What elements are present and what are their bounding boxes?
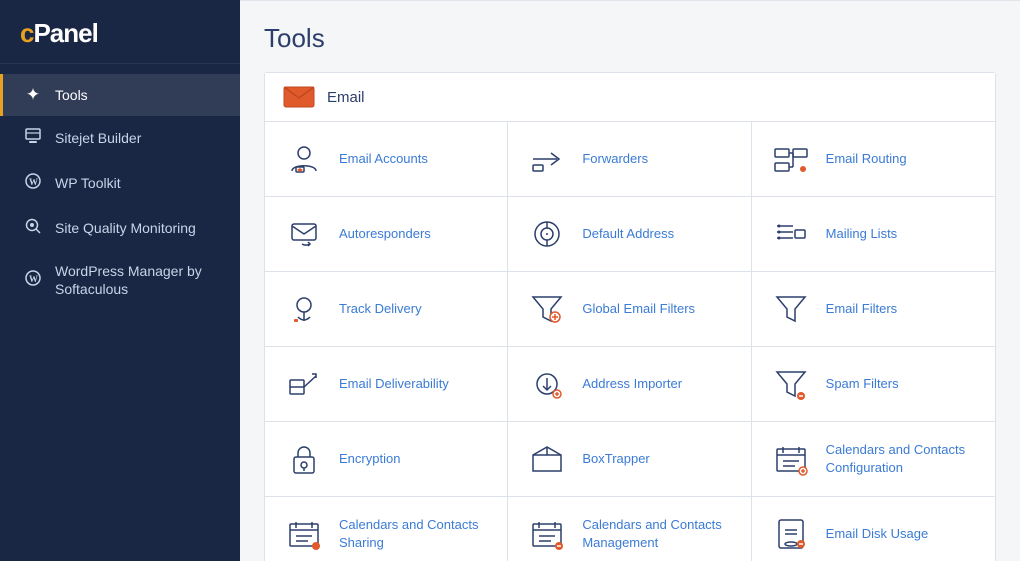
tool-mailing-lists[interactable]: Mailing Lists bbox=[752, 197, 995, 272]
forwarders-label: Forwarders bbox=[582, 150, 648, 168]
logo-c: c bbox=[20, 18, 33, 48]
tool-email-deliverability[interactable]: Email Deliverability bbox=[265, 347, 508, 422]
tool-calendars-contacts-config[interactable]: Calendars and Contacts Configuration bbox=[752, 422, 995, 497]
email-section-header: Email bbox=[265, 73, 995, 122]
address-importer-label: Address Importer bbox=[582, 375, 682, 393]
email-filters-icon bbox=[770, 288, 812, 330]
sidebar-item-sitejet[interactable]: Sitejet Builder bbox=[0, 116, 240, 161]
main-content: Tools Email bbox=[240, 0, 1020, 561]
tool-email-filters[interactable]: Email Filters bbox=[752, 272, 995, 347]
sidebar-item-tools-label: Tools bbox=[55, 86, 88, 104]
default-address-label: Default Address bbox=[582, 225, 674, 243]
calendars-contacts-sharing-label: Calendars and Contacts Sharing bbox=[339, 516, 489, 551]
tool-default-address[interactable]: Default Address bbox=[508, 197, 751, 272]
tool-calendars-contacts-mgmt[interactable]: Calendars and Contacts Management bbox=[508, 497, 751, 561]
logo: cPanel bbox=[20, 18, 220, 49]
tool-spam-filters[interactable]: Spam Filters bbox=[752, 347, 995, 422]
content-area: Tools Email bbox=[240, 1, 1020, 561]
autoresponders-label: Autoresponders bbox=[339, 225, 431, 243]
email-routing-label: Email Routing bbox=[826, 150, 907, 168]
sidebar-item-wp-toolkit[interactable]: W WP Toolkit bbox=[0, 161, 240, 206]
mailing-lists-label: Mailing Lists bbox=[826, 225, 898, 243]
tool-track-delivery[interactable]: Track Delivery bbox=[265, 272, 508, 347]
boxtrapper-icon bbox=[526, 438, 568, 480]
tool-email-disk-usage[interactable]: Email Disk Usage bbox=[752, 497, 995, 561]
email-accounts-label: Email Accounts bbox=[339, 150, 428, 168]
spam-filters-icon bbox=[770, 363, 812, 405]
email-filters-label: Email Filters bbox=[826, 300, 898, 318]
email-section-label: Email bbox=[327, 89, 365, 106]
logo-area: cPanel bbox=[0, 0, 240, 64]
calendars-contacts-mgmt-label: Calendars and Contacts Management bbox=[582, 516, 732, 551]
encryption-icon bbox=[283, 438, 325, 480]
sitejet-icon bbox=[23, 127, 43, 150]
sidebar-item-wp-manager[interactable]: W WordPress Manager by Softaculous bbox=[0, 251, 240, 309]
email-accounts-icon bbox=[283, 138, 325, 180]
tool-email-accounts[interactable]: Email Accounts bbox=[265, 122, 508, 197]
autoresponders-icon bbox=[283, 213, 325, 255]
sidebar-nav: ✦ Tools Sitejet Builder W WP Toolkit bbox=[0, 64, 240, 319]
tool-autoresponders[interactable]: Autoresponders bbox=[265, 197, 508, 272]
track-delivery-label: Track Delivery bbox=[339, 300, 422, 318]
email-routing-icon bbox=[770, 138, 812, 180]
email-tools-grid: Email Accounts Forwarders bbox=[265, 122, 995, 561]
sidebar-item-tools[interactable]: ✦ Tools bbox=[0, 74, 240, 116]
address-importer-icon bbox=[526, 363, 568, 405]
wp-manager-icon: W bbox=[23, 269, 43, 292]
email-deliverability-label: Email Deliverability bbox=[339, 375, 449, 393]
forwarders-icon bbox=[526, 138, 568, 180]
svg-text:W: W bbox=[29, 274, 38, 284]
tool-global-email-filters[interactable]: Global Email Filters bbox=[508, 272, 751, 347]
tools-icon: ✦ bbox=[23, 85, 43, 105]
email-deliverability-icon bbox=[283, 363, 325, 405]
email-section-icon bbox=[283, 85, 315, 109]
spam-filters-label: Spam Filters bbox=[826, 375, 899, 393]
sqm-icon bbox=[23, 217, 43, 240]
wp-toolkit-icon: W bbox=[23, 172, 43, 195]
tool-forwarders[interactable]: Forwarders bbox=[508, 122, 751, 197]
sidebar-item-wp-toolkit-label: WP Toolkit bbox=[55, 174, 121, 192]
calendars-contacts-config-icon bbox=[770, 438, 812, 480]
calendars-contacts-sharing-icon bbox=[283, 513, 325, 555]
sidebar-item-sqm-label: Site Quality Monitoring bbox=[55, 219, 196, 237]
calendars-contacts-mgmt-icon bbox=[526, 513, 568, 555]
default-address-icon bbox=[526, 213, 568, 255]
calendars-contacts-config-label: Calendars and Contacts Configuration bbox=[826, 441, 977, 476]
email-disk-usage-icon bbox=[770, 513, 812, 555]
sidebar-item-wp-manager-label: WordPress Manager by Softaculous bbox=[55, 262, 220, 298]
global-email-filters-label: Global Email Filters bbox=[582, 300, 695, 318]
tool-calendars-contacts-sharing[interactable]: Calendars and Contacts Sharing bbox=[265, 497, 508, 561]
svg-text:W: W bbox=[29, 177, 38, 187]
boxtrapper-label: BoxTrapper bbox=[582, 450, 649, 468]
sidebar-item-sqm[interactable]: Site Quality Monitoring bbox=[0, 206, 240, 251]
page-title: Tools bbox=[264, 23, 996, 54]
global-email-filters-icon bbox=[526, 288, 568, 330]
tool-encryption[interactable]: Encryption bbox=[265, 422, 508, 497]
mailing-lists-icon bbox=[770, 213, 812, 255]
encryption-label: Encryption bbox=[339, 450, 400, 468]
tool-address-importer[interactable]: Address Importer bbox=[508, 347, 751, 422]
tool-email-routing[interactable]: Email Routing bbox=[752, 122, 995, 197]
track-delivery-icon bbox=[283, 288, 325, 330]
email-disk-usage-label: Email Disk Usage bbox=[826, 525, 929, 543]
email-section: Email Email Accounts bbox=[264, 72, 996, 561]
sidebar: cPanel ✦ Tools Sitejet Builder W bbox=[0, 0, 240, 561]
tool-boxtrapper[interactable]: BoxTrapper bbox=[508, 422, 751, 497]
sidebar-item-sitejet-label: Sitejet Builder bbox=[55, 129, 141, 147]
